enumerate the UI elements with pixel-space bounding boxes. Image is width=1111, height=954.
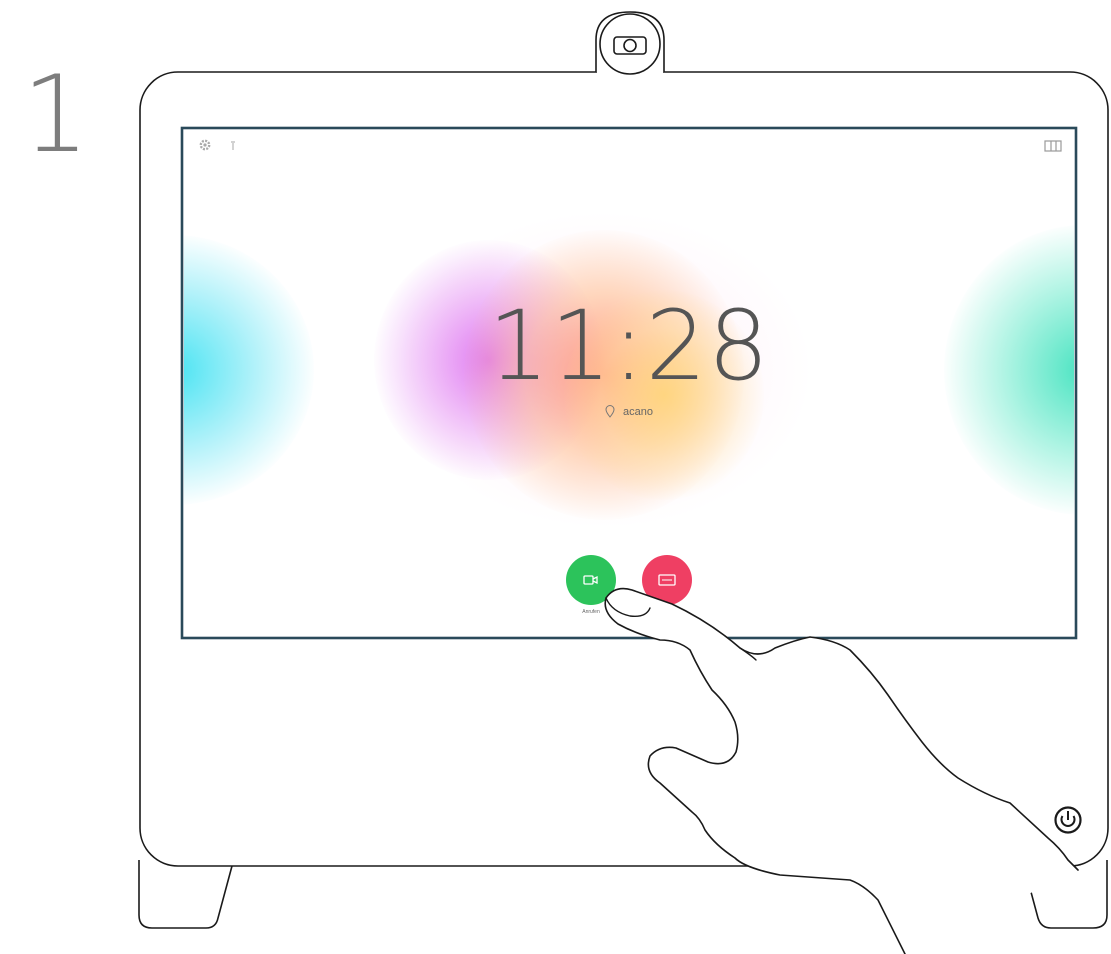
hand-overlay [604, 587, 1079, 954]
pointing-hand [604, 587, 1079, 954]
